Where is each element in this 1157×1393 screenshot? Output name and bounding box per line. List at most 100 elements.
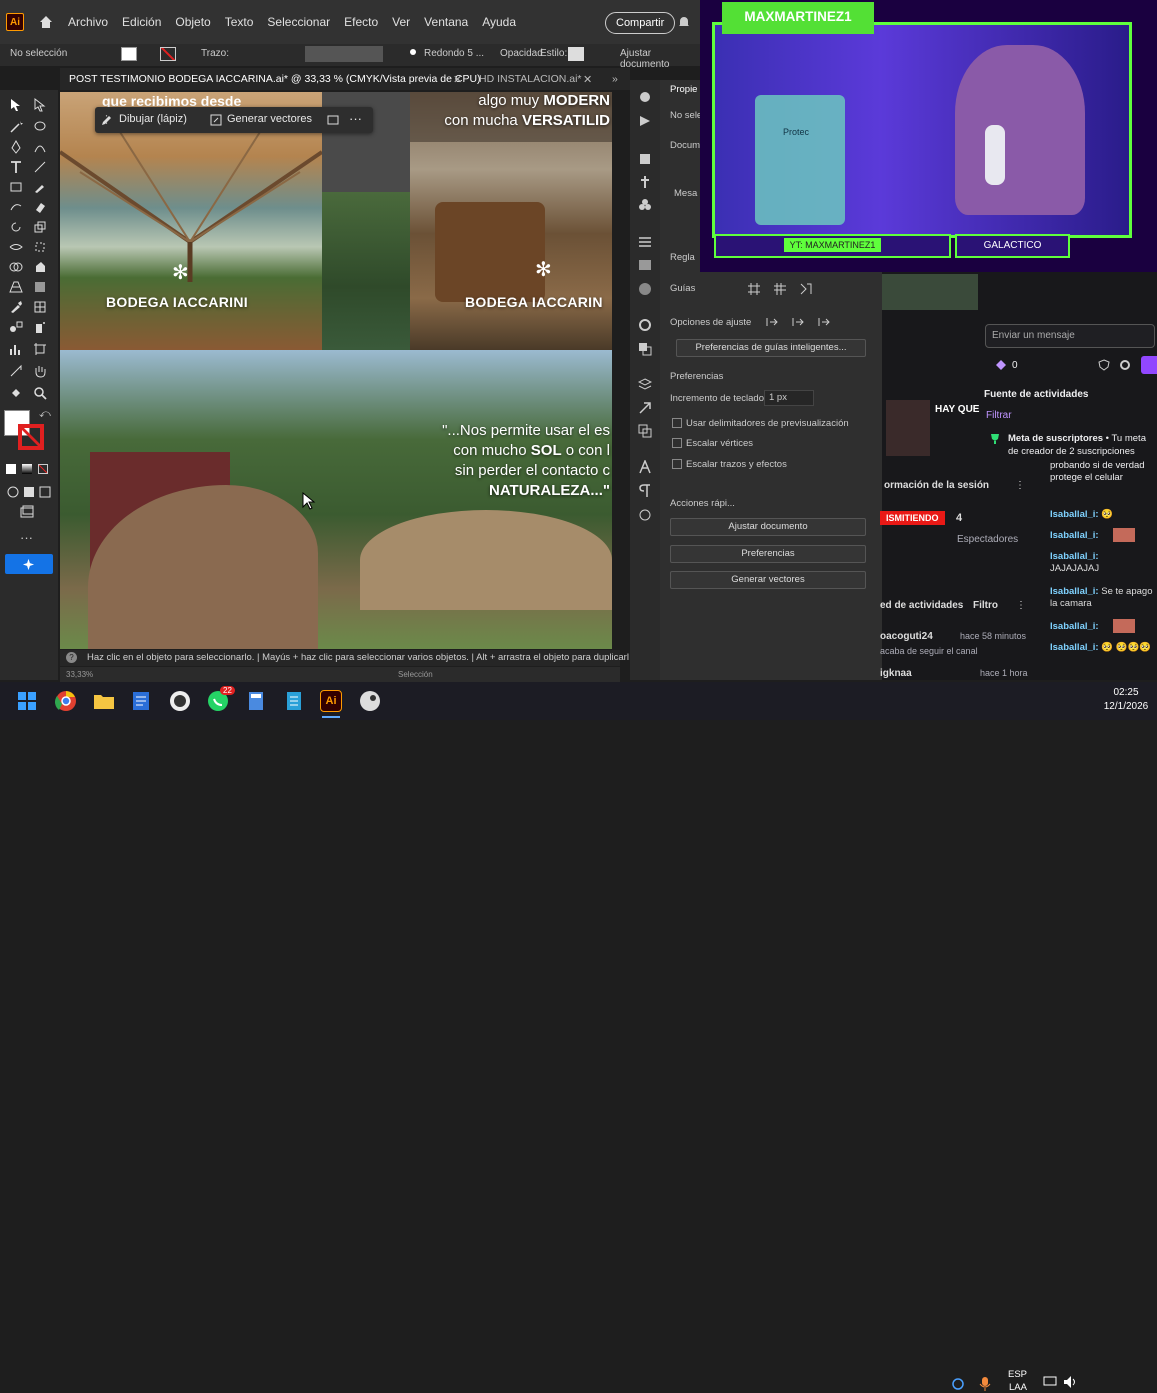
style-swatch[interactable]: [568, 47, 584, 61]
chat-message-input[interactable]: Enviar un mensaje: [985, 324, 1155, 348]
preferences-quick-button[interactable]: Preferencias: [670, 545, 866, 563]
volume-icon[interactable]: [1063, 1375, 1079, 1389]
layers-panel-icon[interactable]: [638, 152, 652, 166]
transparency-panel-icon[interactable]: [638, 342, 652, 356]
settings-icon[interactable]: [327, 114, 339, 126]
stroke-color-swatch[interactable]: [18, 424, 44, 450]
mesh-tool-icon[interactable]: [33, 300, 47, 314]
color-panel-icon[interactable]: [638, 282, 652, 296]
magic-wand-tool-icon[interactable]: [9, 120, 23, 134]
tab-close-icon[interactable]: ✕: [583, 73, 592, 86]
gradient-panel-icon[interactable]: [638, 258, 652, 272]
help-icon[interactable]: ?: [66, 652, 77, 663]
tab-close-icon[interactable]: ✕: [453, 73, 462, 86]
menu-ventana[interactable]: Ventana: [424, 15, 468, 29]
free-transform-tool-icon[interactable]: [33, 240, 47, 254]
opentype-panel-icon[interactable]: [638, 508, 652, 522]
paintbucket-tool-icon[interactable]: [9, 386, 23, 400]
blend-tool-icon[interactable]: [9, 320, 23, 334]
live-paint-tool-icon[interactable]: [33, 260, 47, 274]
brushes-panel-icon[interactable]: [638, 175, 652, 189]
activity-source-header[interactable]: Fuente de actividades: [984, 389, 1088, 400]
menu-objeto[interactable]: Objeto: [175, 15, 210, 29]
draw-inside-icon[interactable]: [38, 485, 52, 499]
feed-user-2[interactable]: igknaa: [880, 668, 912, 679]
smart-guides-icon[interactable]: [799, 282, 813, 296]
fill-swatch[interactable]: [121, 47, 137, 61]
calculator-icon[interactable]: [245, 690, 267, 712]
smart-guides-preferences-button[interactable]: Preferencias de guías inteligentes...: [676, 339, 866, 357]
menu-texto[interactable]: Texto: [225, 15, 254, 29]
snap-to-glyph-icon[interactable]: [817, 315, 831, 329]
libraries-panel-icon[interactable]: [638, 114, 652, 128]
menu-ver[interactable]: Ver: [392, 15, 410, 29]
status-mode[interactable]: Selección: [398, 670, 433, 679]
selection-tool-icon[interactable]: [9, 98, 23, 112]
symbol-sprayer-tool-icon[interactable]: [33, 320, 47, 334]
menu-ayuda[interactable]: Ayuda: [482, 15, 516, 29]
activity-menu-icon[interactable]: ⋮: [1016, 600, 1026, 611]
line-tool-icon[interactable]: [33, 160, 47, 174]
artboards-panel-icon[interactable]: [638, 424, 652, 438]
menu-edicion[interactable]: Edición: [122, 15, 161, 29]
keyboard-language[interactable]: ESP: [1008, 1369, 1027, 1380]
show-grid-icon[interactable]: [747, 282, 761, 296]
rectangle-tool-icon[interactable]: [9, 180, 23, 194]
file-explorer-icon[interactable]: [93, 690, 115, 712]
symbols-panel-icon[interactable]: [638, 198, 652, 212]
screen-mode-icon[interactable]: [20, 505, 34, 519]
artboard-tool-icon[interactable]: [33, 342, 47, 356]
snap-to-pixel-icon[interactable]: [791, 315, 805, 329]
stroke-swatch[interactable]: [160, 47, 176, 61]
share-button[interactable]: Compartir: [605, 12, 676, 34]
eyedropper-tool-icon[interactable]: [9, 300, 23, 314]
gradient-mode-icon[interactable]: [22, 464, 32, 474]
chat-send-button[interactable]: [1141, 356, 1157, 374]
gradient-tool-icon[interactable]: [33, 280, 47, 294]
properties-panel-icon[interactable]: [638, 90, 652, 104]
display-icon[interactable]: [1043, 1375, 1057, 1389]
gear-icon[interactable]: [1119, 359, 1131, 371]
more-tools-icon[interactable]: ···: [20, 530, 33, 545]
zoom-tool-icon[interactable]: [33, 386, 47, 400]
tab-hd-instalacion[interactable]: HD INSTALACION.ai*: [479, 73, 582, 85]
menu-seleccionar[interactable]: Seleccionar: [267, 15, 330, 29]
variable-width-dropdown[interactable]: [305, 46, 383, 62]
shaper-tool-icon[interactable]: [9, 200, 23, 214]
microphone-icon[interactable]: [979, 1376, 991, 1392]
paragraph-panel-icon[interactable]: [638, 484, 652, 498]
activity-filter-button[interactable]: Filtro: [973, 600, 998, 611]
pen-tool-icon[interactable]: [9, 140, 23, 154]
none-mode-icon[interactable]: [38, 464, 48, 474]
rotate-tool-icon[interactable]: [9, 220, 23, 234]
export-panel-icon[interactable]: [638, 401, 652, 415]
keyboard-layout[interactable]: LAA: [1009, 1382, 1027, 1393]
perspective-grid-tool-icon[interactable]: [9, 280, 23, 294]
windows-start-icon[interactable]: [16, 690, 38, 712]
character-panel-icon[interactable]: [638, 460, 652, 474]
keyboard-increment-input[interactable]: 1 px: [764, 390, 814, 406]
document-app-icon[interactable]: [283, 690, 305, 712]
paintbrush-tool-icon[interactable]: [33, 180, 47, 194]
swap-colors-icon[interactable]: ⤺: [39, 408, 51, 421]
menu-archivo[interactable]: Archivo: [68, 15, 108, 29]
session-menu-icon[interactable]: ⋮: [1015, 480, 1025, 491]
chrome-icon[interactable]: [55, 690, 77, 712]
draw-normal-icon[interactable]: [6, 485, 20, 499]
align-panel-icon[interactable]: [638, 235, 652, 249]
artboard-canvas[interactable]: que recibimos desde ✻ BODEGA IACCARINI a…: [60, 92, 612, 649]
illustrator-taskbar-icon[interactable]: Ai: [320, 690, 342, 712]
scale-strokes-checkbox[interactable]: [672, 459, 682, 469]
filter-link[interactable]: Filtrar: [986, 410, 1012, 421]
properties-title[interactable]: Propie: [670, 84, 697, 95]
lasso-tool-icon[interactable]: [33, 120, 47, 134]
tab-post-testimonio[interactable]: POST TESTIMONIO BODEGA IACCARINA.ai* @ 3…: [69, 73, 481, 85]
notepad-icon[interactable]: [130, 690, 152, 712]
scale-corners-checkbox[interactable]: [672, 438, 682, 448]
use-preview-bounds-checkbox[interactable]: [672, 418, 682, 428]
eraser-tool-icon[interactable]: [33, 200, 47, 214]
zoom-level[interactable]: 33,33%: [66, 670, 93, 679]
draw-pencil-button[interactable]: Dibujar (lápiz): [119, 113, 187, 125]
sync-icon[interactable]: [950, 1376, 966, 1392]
curvature-tool-icon[interactable]: [33, 140, 47, 154]
